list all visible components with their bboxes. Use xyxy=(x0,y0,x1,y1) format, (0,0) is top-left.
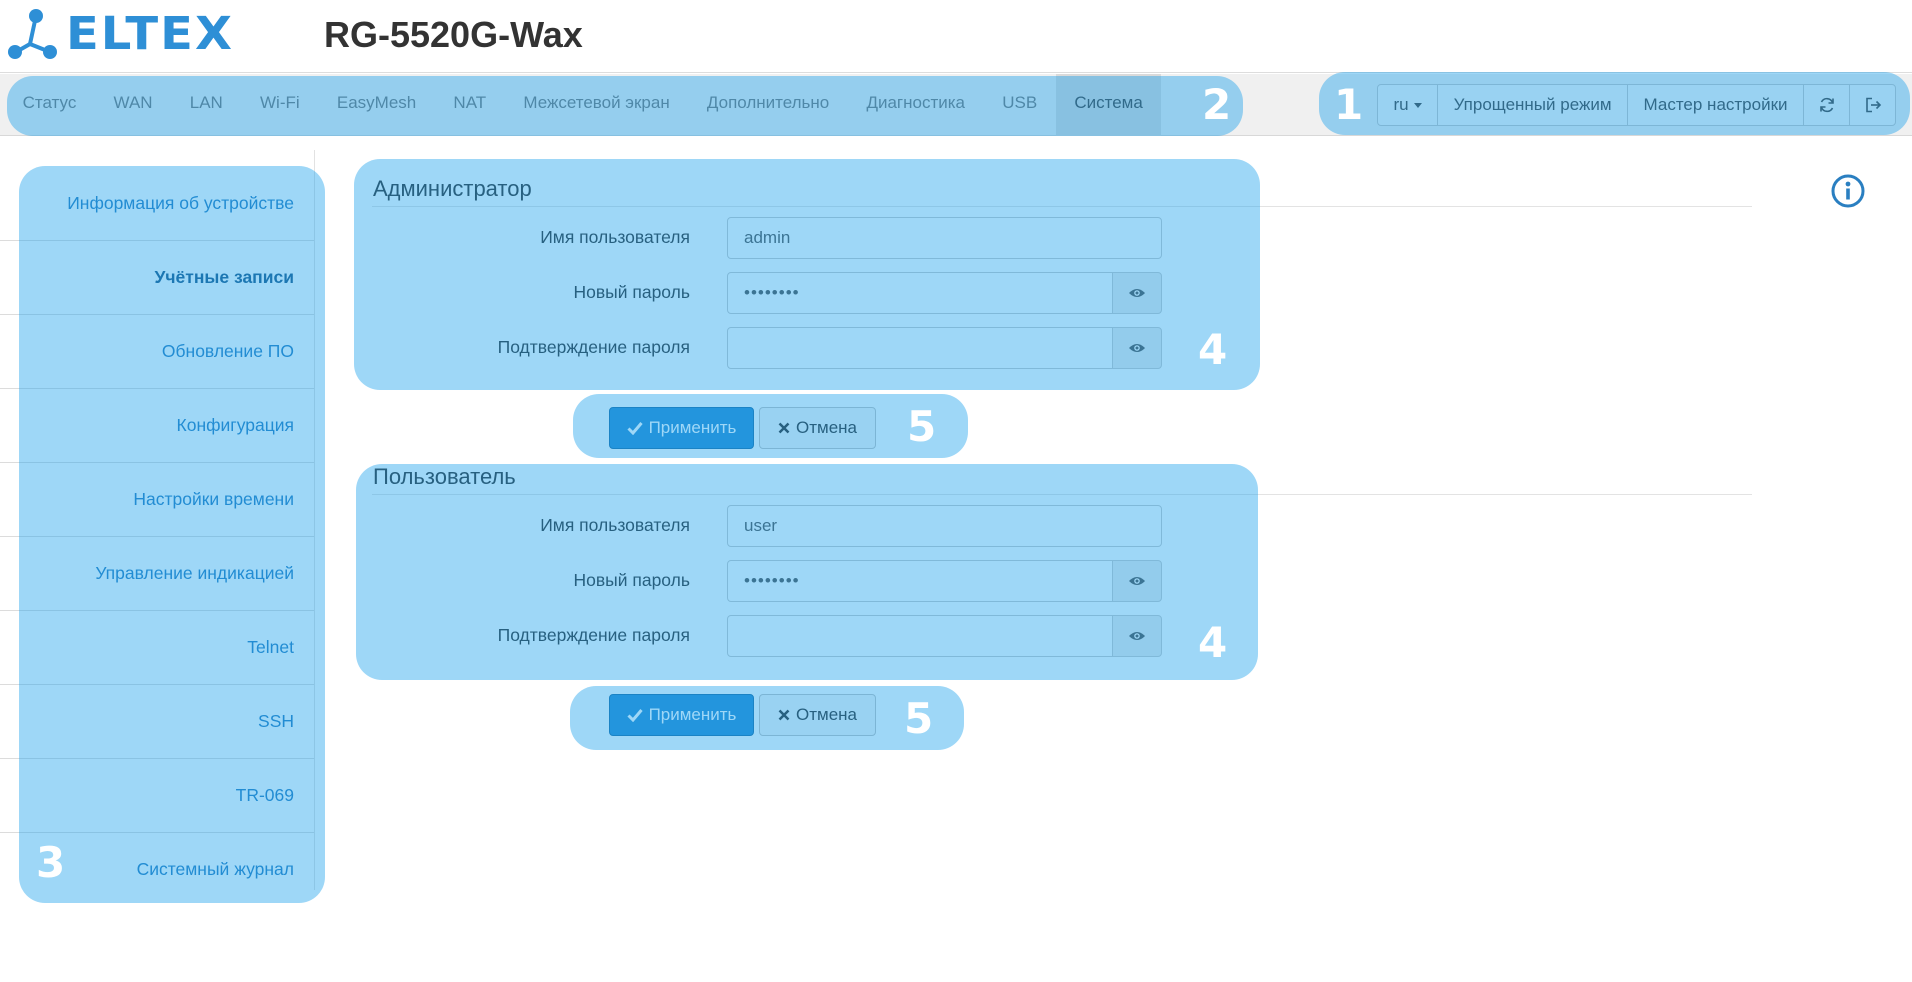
eye-icon xyxy=(1129,289,1145,297)
device-title: RG-5520G-Wax xyxy=(324,14,583,55)
admin-username-input[interactable]: admin xyxy=(727,217,1162,259)
admin-confirm-password-label: Подтверждение пароля xyxy=(497,337,690,357)
callout-number-3: 3 xyxy=(36,838,66,887)
callout-number-2: 2 xyxy=(1202,80,1232,129)
sidebar-divider xyxy=(314,150,315,890)
user-cancel-button[interactable]: Отмена xyxy=(759,694,876,736)
user-show-confirm-button[interactable] xyxy=(1112,615,1162,657)
nav-system[interactable]: Система xyxy=(1055,74,1162,136)
user-cancel-label: Отмена xyxy=(796,705,857,724)
user-username-input[interactable]: user xyxy=(727,505,1162,547)
main-menu: Статус WAN LAN Wi-Fi EasyMesh NAT Межсет… xyxy=(4,74,1162,136)
user-new-password-input[interactable]: •••••••• xyxy=(727,560,1113,602)
user-show-password-button[interactable] xyxy=(1112,560,1162,602)
admin-section-title: Администратор xyxy=(373,176,532,201)
check-icon xyxy=(627,422,643,435)
nav-easymesh[interactable]: EasyMesh xyxy=(318,74,435,136)
user-section-divider xyxy=(372,494,1752,495)
eye-icon xyxy=(1129,632,1145,640)
sidebar-item-firmware-update[interactable]: Обновление ПО xyxy=(0,314,314,388)
user-section-title: Пользователь xyxy=(373,464,516,489)
sidebar-menu: Информация об устройстве Учётные записи … xyxy=(0,166,314,906)
nav-firewall[interactable]: Межсетевой экран xyxy=(505,74,689,136)
callout-number-5-user: 5 xyxy=(904,694,934,743)
user-username-label: Имя пользователя xyxy=(540,515,690,535)
sidebar-item-ssh[interactable]: SSH xyxy=(0,684,314,758)
check-icon xyxy=(627,709,643,722)
info-icon[interactable] xyxy=(1830,173,1866,209)
header-divider xyxy=(0,72,1912,73)
eltex-logo-mark xyxy=(8,9,57,59)
user-apply-button[interactable]: Применить xyxy=(609,694,754,736)
user-new-password-label: Новый пароль xyxy=(573,570,690,590)
nav-wifi[interactable]: Wi-Fi xyxy=(241,74,318,136)
language-value: ru xyxy=(1393,95,1409,114)
sidebar-item-tr069[interactable]: TR-069 xyxy=(0,758,314,832)
nav-status[interactable]: Статус xyxy=(4,74,95,136)
admin-show-confirm-button[interactable] xyxy=(1112,327,1162,369)
user-confirm-password-input[interactable] xyxy=(727,615,1113,657)
callout-number-1: 1 xyxy=(1334,80,1364,129)
close-icon xyxy=(778,709,790,721)
nav-advanced[interactable]: Дополнительно xyxy=(688,74,848,136)
sidebar-item-led-control[interactable]: Управление индикацией xyxy=(0,536,314,610)
callout-number-5-admin: 5 xyxy=(907,402,937,451)
header-toolbar: ru Упрощенный режим Мастер настройки xyxy=(1377,84,1897,126)
chevron-down-icon xyxy=(1413,102,1422,108)
nav-wan[interactable]: WAN xyxy=(95,74,171,136)
admin-cancel-label: Отмена xyxy=(796,418,857,437)
language-select[interactable]: ru xyxy=(1378,85,1437,125)
admin-new-password-label: Новый пароль xyxy=(573,282,690,302)
admin-section-divider xyxy=(372,206,1752,207)
sidebar-item-configuration[interactable]: Конфигурация xyxy=(0,388,314,462)
admin-cancel-button[interactable]: Отмена xyxy=(759,407,876,449)
simple-mode-button[interactable]: Упрощенный режим xyxy=(1437,85,1627,125)
sidebar-item-device-info[interactable]: Информация об устройстве xyxy=(0,166,314,240)
nav-nat[interactable]: NAT xyxy=(435,74,505,136)
admin-apply-button[interactable]: Применить xyxy=(609,407,754,449)
admin-apply-label: Применить xyxy=(648,418,737,437)
eltex-logo[interactable]: ELTEX xyxy=(6,7,246,61)
nav-lan[interactable]: LAN xyxy=(171,74,241,136)
sidebar-item-time-settings[interactable]: Настройки времени xyxy=(0,462,314,536)
admin-username-label: Имя пользователя xyxy=(540,227,690,247)
admin-show-password-button[interactable] xyxy=(1112,272,1162,314)
close-icon xyxy=(778,422,790,434)
user-confirm-password-label: Подтверждение пароля xyxy=(497,625,690,645)
logo-text: ELTEX xyxy=(66,7,234,61)
sidebar-item-telnet[interactable]: Telnet xyxy=(0,610,314,684)
refresh-icon xyxy=(1819,97,1834,113)
nav-diagnostics[interactable]: Диагностика xyxy=(848,74,984,136)
eye-icon xyxy=(1129,577,1145,585)
admin-new-password-input[interactable]: •••••••• xyxy=(727,272,1113,314)
callout-number-4-admin: 4 xyxy=(1198,325,1228,374)
logout-button[interactable] xyxy=(1849,85,1895,125)
refresh-button[interactable] xyxy=(1803,85,1849,125)
callout-number-4-user: 4 xyxy=(1198,618,1228,667)
admin-confirm-password-input[interactable] xyxy=(727,327,1113,369)
user-apply-label: Применить xyxy=(648,705,737,724)
eye-icon xyxy=(1129,344,1145,352)
logout-icon xyxy=(1865,97,1881,113)
nav-usb[interactable]: USB xyxy=(984,74,1056,136)
sidebar-item-accounts[interactable]: Учётные записи xyxy=(0,240,314,314)
wizard-button[interactable]: Мастер настройки xyxy=(1627,85,1803,125)
